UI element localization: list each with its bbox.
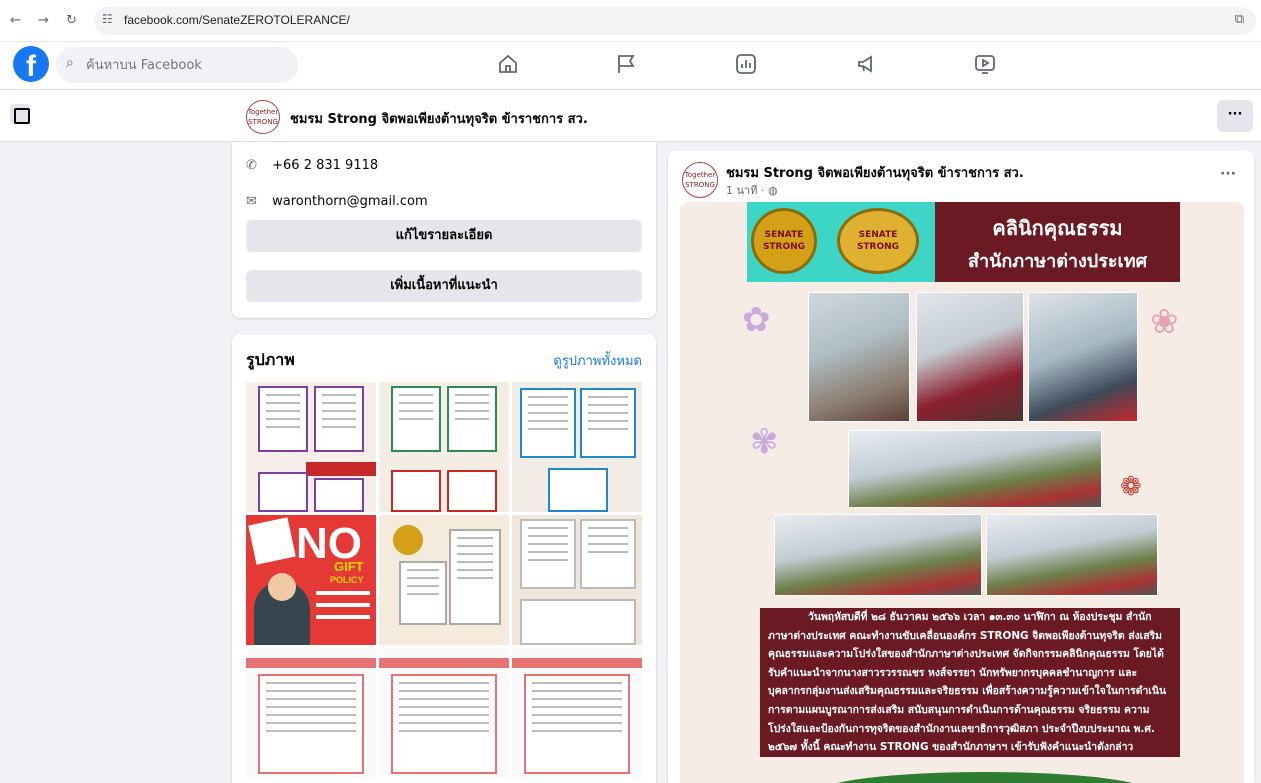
flower-decoration-icon: ❁ — [1120, 472, 1142, 502]
phone-number: +66 2 831 9118 — [272, 158, 379, 173]
cast-icon[interactable]: ⧉ — [1235, 12, 1244, 27]
meeting-photo-3 — [1028, 292, 1138, 422]
page-logo-text: Together STRONG — [247, 108, 279, 126]
post-time-text: 1 นาที · — [726, 184, 765, 197]
poster-title-2: สำนักภาษาต่างประเทศ — [967, 251, 1148, 272]
photos-card: รูปภาพ ดูรูปภาพทั้งหมด NO GIFT POLICY — [232, 334, 656, 783]
megaphone-icon[interactable] — [855, 52, 883, 80]
browser-toolbar: ← → ↻ ☷ facebook.com/SenateZEROTOLERANCE… — [0, 0, 1261, 42]
url-text: facebook.com/SenateZEROTOLERANCE/ — [124, 13, 350, 27]
page-title[interactable]: ชมรม Strong จิตพอเพียงต้านทุจริต ข้าราชก… — [290, 108, 588, 129]
facebook-header: f ⌕ — [0, 42, 1261, 90]
poster-title-1: คลินิกคุณธรรม — [992, 216, 1123, 240]
post-avatar-text: Together STRONG — [684, 171, 716, 189]
search-icon: ⌕ — [66, 55, 74, 71]
photos-title: รูปภาพ — [246, 350, 295, 369]
senate-strong-logo: SENATE STRONG — [837, 208, 919, 274]
email-address[interactable]: waronthorn@gmail.com — [272, 194, 428, 209]
photo-thumb[interactable] — [512, 382, 642, 512]
page-avatar[interactable]: Together STRONG — [246, 100, 280, 134]
add-featured-button[interactable]: เพิ่มเนื้อหาที่แนะนำ — [246, 270, 642, 302]
no-gift-policy-text: POLICY — [330, 575, 364, 585]
page-subheader: Together STRONG ชมรม Strong จิตพอเพียงต้… — [0, 90, 1261, 142]
search-box[interactable]: ⌕ — [56, 47, 298, 83]
back-icon[interactable]: ← — [10, 12, 21, 30]
photo-thumb[interactable] — [512, 648, 642, 778]
video-icon[interactable] — [973, 52, 1001, 80]
search-input[interactable] — [86, 47, 286, 83]
flower-decoration-icon: ✿ — [742, 300, 771, 340]
photo-thumb[interactable] — [512, 515, 642, 645]
post-author-avatar[interactable]: Together STRONG — [682, 162, 718, 198]
mail-icon: ✉ — [246, 194, 257, 209]
globe-icon: ◍ — [767, 184, 778, 197]
photo-thumb[interactable] — [246, 648, 376, 778]
post-author-name[interactable]: ชมรม Strong จิตพอเพียงต้านทุจริต ข้าราชก… — [726, 162, 1024, 183]
poster-green-shape — [820, 772, 1150, 783]
photo-thumb[interactable] — [379, 515, 509, 645]
post-image[interactable]: SENATE STRONG SENATE STRONG คลินิกคุณธรร… — [680, 202, 1244, 783]
post-more-icon[interactable]: ··· — [1220, 166, 1236, 182]
photo-thumb-no-gift[interactable]: NO GIFT POLICY — [246, 515, 376, 645]
photo-thumb[interactable] — [379, 648, 509, 778]
photo-thumb[interactable] — [379, 382, 509, 512]
site-info-icon[interactable]: ☷ — [102, 12, 113, 26]
email-row: ✉ waronthorn@gmail.com — [246, 194, 428, 209]
meeting-photo-1 — [808, 292, 910, 422]
poster-banner-left: SENATE STRONG SENATE STRONG — [747, 202, 935, 282]
edit-details-button[interactable]: แก้ไขรายละเอียด — [246, 220, 642, 252]
facebook-logo-icon[interactable]: f — [13, 46, 49, 82]
phone-row: ✆ +66 2 831 9118 — [246, 158, 378, 173]
forward-icon[interactable]: → — [38, 12, 49, 30]
address-bar[interactable]: ☷ facebook.com/SenateZEROTOLERANCE/ ⧉ — [94, 7, 1256, 35]
more-options-button[interactable]: ··· — [1217, 100, 1253, 132]
post-timestamp[interactable]: 1 นาที · ◍ — [726, 181, 778, 199]
phone-icon: ✆ — [246, 158, 257, 173]
post-card: Together STRONG ชมรม Strong จิตพอเพียงต้… — [668, 150, 1254, 783]
pages-flag-icon[interactable] — [614, 52, 642, 80]
home-icon[interactable] — [496, 52, 524, 80]
insights-icon[interactable] — [734, 52, 762, 80]
poster-banner-right: คลินิกคุณธรรม สำนักภาษาต่างประเทศ — [935, 202, 1180, 282]
reload-icon[interactable]: ↻ — [66, 12, 77, 30]
poster-text-box: วันพฤหัสบดีที่ ๒๘ ธันวาคม ๒๕๖๖ เวลา ๑๓.๓… — [760, 608, 1180, 757]
poster-body-text: วันพฤหัสบดีที่ ๒๘ ธันวาคม ๒๕๖๖ เวลา ๑๓.๓… — [768, 611, 1167, 754]
no-gift-gift-text: GIFT — [334, 559, 364, 574]
senate-strong-seal: SENATE STRONG — [751, 208, 817, 274]
toggle-panel-icon[interactable] — [10, 104, 30, 124]
photo-thumb[interactable] — [246, 382, 376, 512]
meeting-photo-5 — [774, 514, 982, 596]
flower-decoration-icon: ❀ — [1150, 302, 1179, 342]
see-all-photos-link[interactable]: ดูรูปภาพทั้งหมด — [553, 350, 642, 371]
meeting-photo-6 — [986, 514, 1158, 596]
flower-decoration-icon: ✾ — [750, 422, 779, 462]
intro-card: ✆ +66 2 831 9118 ✉ waronthorn@gmail.com … — [232, 142, 656, 318]
meeting-photo-4 — [848, 430, 1102, 508]
meeting-photo-2 — [916, 292, 1024, 422]
